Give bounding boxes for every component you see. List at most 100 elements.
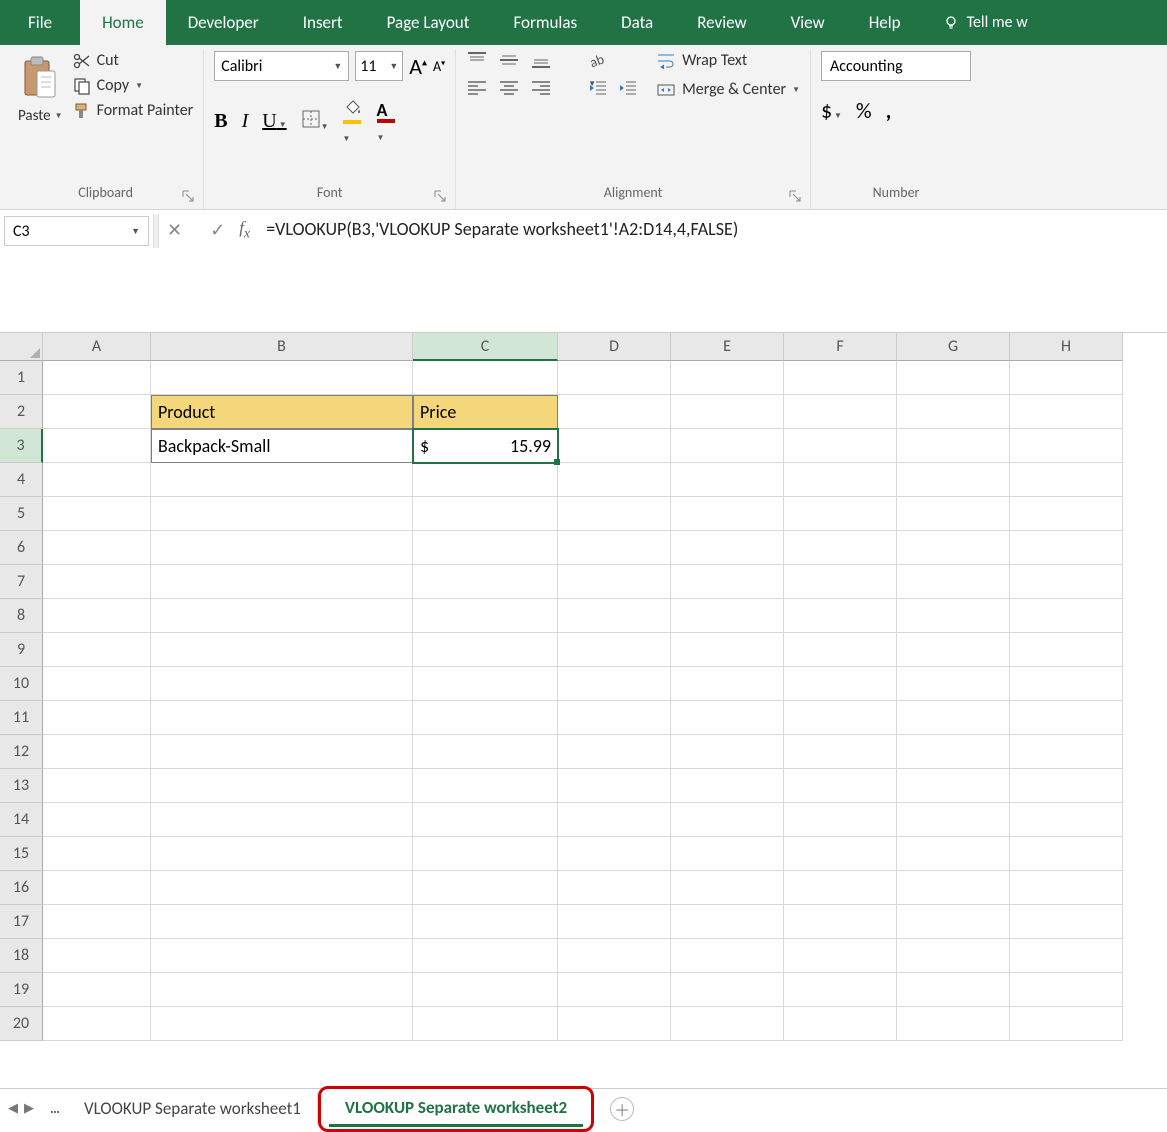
- cell-E18[interactable]: [671, 939, 784, 973]
- row-header-3[interactable]: 3: [0, 429, 43, 463]
- cell-H3[interactable]: [1010, 429, 1123, 463]
- cell-G5[interactable]: [897, 497, 1010, 531]
- cell-E14[interactable]: [671, 803, 784, 837]
- cell-D3[interactable]: [558, 429, 671, 463]
- cell-F13[interactable]: [784, 769, 897, 803]
- cell-F20[interactable]: [784, 1007, 897, 1041]
- cell-C8[interactable]: [413, 599, 558, 633]
- tab-data[interactable]: Data: [599, 0, 675, 45]
- cell-B14[interactable]: [151, 803, 413, 837]
- row-header-10[interactable]: 10: [0, 667, 43, 701]
- cell-G2[interactable]: [897, 395, 1010, 429]
- cancel-formula-icon[interactable]: ✕: [167, 219, 182, 241]
- percent-format-button[interactable]: %: [856, 97, 872, 124]
- row-header-11[interactable]: 11: [0, 701, 43, 735]
- cell-E10[interactable]: [671, 667, 784, 701]
- cell-F15[interactable]: [784, 837, 897, 871]
- tab-view[interactable]: View: [769, 0, 847, 45]
- underline-button[interactable]: U ▼: [262, 110, 286, 133]
- cell-B1[interactable]: [151, 361, 413, 395]
- cell-F1[interactable]: [784, 361, 897, 395]
- cell-D7[interactable]: [558, 565, 671, 599]
- cell-H1[interactable]: [1010, 361, 1123, 395]
- cell-B17[interactable]: [151, 905, 413, 939]
- row-header-6[interactable]: 6: [0, 531, 43, 565]
- tab-developer[interactable]: Developer: [166, 0, 281, 45]
- cell-G15[interactable]: [897, 837, 1010, 871]
- cell-A2[interactable]: [43, 395, 151, 429]
- cell-H13[interactable]: [1010, 769, 1123, 803]
- col-header-D[interactable]: D: [558, 333, 671, 361]
- cell-H2[interactable]: [1010, 395, 1123, 429]
- cell-D18[interactable]: [558, 939, 671, 973]
- cell-H20[interactable]: [1010, 1007, 1123, 1041]
- borders-button[interactable]: ▼: [301, 109, 329, 134]
- cell-H12[interactable]: [1010, 735, 1123, 769]
- row-header-20[interactable]: 20: [0, 1007, 43, 1041]
- cell-D13[interactable]: [558, 769, 671, 803]
- row-header-16[interactable]: 16: [0, 871, 43, 905]
- cell-D6[interactable]: [558, 531, 671, 565]
- cell-G14[interactable]: [897, 803, 1010, 837]
- tab-page-layout[interactable]: Page Layout: [365, 0, 492, 45]
- cell-E2[interactable]: [671, 395, 784, 429]
- cell-D8[interactable]: [558, 599, 671, 633]
- cell-A16[interactable]: [43, 871, 151, 905]
- cell-D12[interactable]: [558, 735, 671, 769]
- cell-A14[interactable]: [43, 803, 151, 837]
- cell-C20[interactable]: [413, 1007, 558, 1041]
- row-header-8[interactable]: 8: [0, 599, 43, 633]
- cell-B8[interactable]: [151, 599, 413, 633]
- cell-C13[interactable]: [413, 769, 558, 803]
- cell-C3[interactable]: $15.99: [413, 429, 558, 463]
- col-header-B[interactable]: B: [151, 333, 413, 361]
- cell-H18[interactable]: [1010, 939, 1123, 973]
- cell-H19[interactable]: [1010, 973, 1123, 1007]
- cell-E7[interactable]: [671, 565, 784, 599]
- tab-formulas[interactable]: Formulas: [491, 0, 599, 45]
- cell-C4[interactable]: [413, 463, 558, 497]
- cell-G1[interactable]: [897, 361, 1010, 395]
- tab-review[interactable]: Review: [675, 0, 768, 45]
- cell-B7[interactable]: [151, 565, 413, 599]
- italic-button[interactable]: I: [242, 110, 249, 133]
- cell-F11[interactable]: [784, 701, 897, 735]
- paste-label[interactable]: Paste▼: [18, 107, 63, 125]
- cell-E11[interactable]: [671, 701, 784, 735]
- cell-B5[interactable]: [151, 497, 413, 531]
- cell-D5[interactable]: [558, 497, 671, 531]
- cell-H5[interactable]: [1010, 497, 1123, 531]
- cell-H7[interactable]: [1010, 565, 1123, 599]
- cell-B20[interactable]: [151, 1007, 413, 1041]
- row-header-13[interactable]: 13: [0, 769, 43, 803]
- cell-C18[interactable]: [413, 939, 558, 973]
- cell-A9[interactable]: [43, 633, 151, 667]
- cell-C12[interactable]: [413, 735, 558, 769]
- cell-E12[interactable]: [671, 735, 784, 769]
- cell-B16[interactable]: [151, 871, 413, 905]
- cell-C1[interactable]: [413, 361, 558, 395]
- cell-B9[interactable]: [151, 633, 413, 667]
- cell-G8[interactable]: [897, 599, 1010, 633]
- align-middle-icon[interactable]: [498, 51, 520, 69]
- cell-B6[interactable]: [151, 531, 413, 565]
- cell-F9[interactable]: [784, 633, 897, 667]
- cell-C5[interactable]: [413, 497, 558, 531]
- cell-F2[interactable]: [784, 395, 897, 429]
- tab-help[interactable]: Help: [847, 0, 923, 45]
- sheet-nav-next-icon[interactable]: ▶: [24, 1101, 34, 1116]
- merge-center-button[interactable]: Merge & Center ▼: [656, 80, 800, 99]
- cell-F12[interactable]: [784, 735, 897, 769]
- cell-C9[interactable]: [413, 633, 558, 667]
- cell-E15[interactable]: [671, 837, 784, 871]
- dialog-launcher-icon[interactable]: [788, 189, 802, 203]
- cell-H9[interactable]: [1010, 633, 1123, 667]
- col-header-H[interactable]: H: [1010, 333, 1123, 361]
- add-sheet-button[interactable]: ＋: [610, 1097, 634, 1121]
- align-right-icon[interactable]: [530, 79, 552, 97]
- cell-C19[interactable]: [413, 973, 558, 1007]
- cell-A17[interactable]: [43, 905, 151, 939]
- cell-H15[interactable]: [1010, 837, 1123, 871]
- cell-A7[interactable]: [43, 565, 151, 599]
- decrease-indent-icon[interactable]: [588, 79, 608, 101]
